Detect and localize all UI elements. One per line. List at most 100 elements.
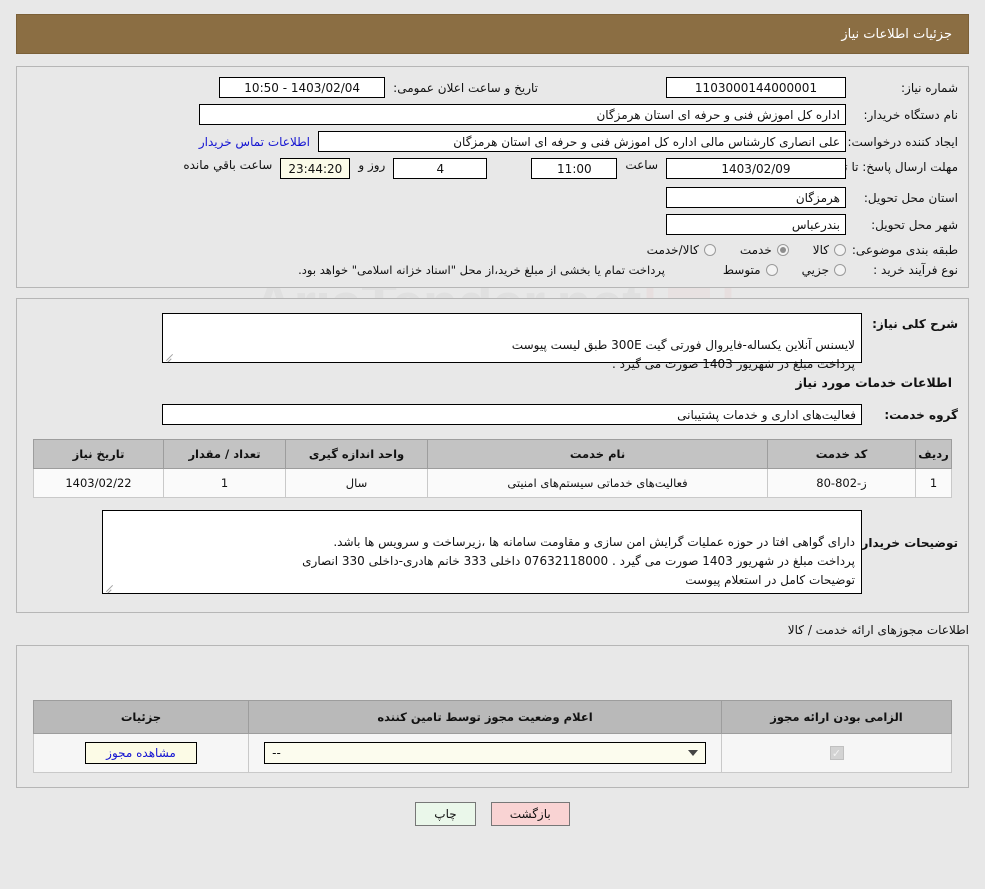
deadline-label: مهلت ارسال پاسخ: تا تاریخ:	[819, 160, 958, 174]
services-table: ردیف کد خدمت نام خدمت واحد اندازه گیری ت…	[33, 439, 952, 498]
buyer-notes-value: دارای گواهی افتا در حوزه عملیات گرایش ام…	[302, 535, 855, 587]
chevron-down-icon	[687, 750, 698, 756]
radio-label: خدمت	[739, 243, 772, 257]
row-general-desc: شرح کلی نیاز: لایسنس آنلاین یکساله-فایرو…	[27, 313, 958, 371]
cell-unit: سال	[285, 468, 428, 498]
permits-table: الزامی بودن ارائه مجوز اعلام وضعیت مجوز …	[33, 700, 952, 773]
general-desc-textarea[interactable]: لایسنس آنلاین یکساله-فایروال فورتی گیت 3…	[162, 313, 862, 371]
province-field: هرمزگان	[666, 187, 846, 208]
cell-service-name: فعالیت‌های خدماتی سیستم‌های امنیتی	[427, 468, 768, 498]
radio-label: کالا/خدمت	[646, 243, 699, 257]
buyer-notes-label: توضیحات خریدار:	[856, 536, 958, 550]
province-label: استان محل تحویل:	[863, 190, 958, 205]
row-need-number: شماره نیاز: 1103000144000001 تاریخ و ساع…	[27, 77, 958, 98]
th-quantity: تعداد / مقدار	[163, 439, 286, 469]
countdown-field: 23:44:20	[280, 158, 351, 179]
buyer-notes-textarea[interactable]: دارای گواهی افتا در حوزه عملیات گرایش ام…	[102, 510, 862, 594]
need-number-label: شماره نیاز:	[901, 80, 958, 95]
radio-category-kala-khedmat[interactable]: کالا/خدمت	[647, 243, 716, 257]
permits-panel: الزامی بودن ارائه مجوز اعلام وضعیت مجوز …	[16, 645, 969, 788]
table-row: 1 ز-802-80 فعالیت‌های خدماتی سیستم‌های ا…	[33, 468, 952, 498]
cell-permit-details: مشاهده مجوز	[33, 733, 249, 773]
category-label: طبقه بندی موضوعی:	[851, 243, 958, 257]
service-group-field: فعالیت‌های اداری و خدمات پشتیبانی	[162, 404, 862, 425]
th-permit-required: الزامی بودن ارائه مجوز	[721, 700, 952, 734]
permits-header-row: الزامی بودن ارائه مجوز اعلام وضعیت مجوز …	[33, 700, 952, 734]
deadline-date-field: 1403/02/09	[666, 158, 846, 179]
radio-icon[interactable]	[776, 244, 789, 256]
permits-table-wrap: الزامی بودن ارائه مجوز اعلام وضعیت مجوز …	[27, 700, 958, 773]
radio-icon[interactable]	[703, 244, 716, 256]
th-service-name: نام خدمت	[427, 439, 768, 469]
radio-icon[interactable]	[834, 264, 846, 276]
row-service-group: گروه خدمت: فعالیت‌های اداری و خدمات پشتی…	[27, 404, 958, 425]
cell-service-code: ز-802-80	[767, 468, 916, 498]
service-group-label: گروه خدمت:	[884, 407, 958, 422]
days-label: روز و	[358, 158, 386, 172]
payment-note: پرداخت تمام یا بخشی از مبلغ خرید،از محل …	[298, 263, 665, 277]
resize-grip-icon[interactable]	[105, 582, 115, 592]
buyer-org-field: اداره کل اموزش فنی و حرفه ای استان هرمزگ…	[199, 104, 846, 125]
row-buyer-notes: توضیحات خریدار: دارای گواهی افتا در حوزه…	[27, 510, 958, 594]
announce-label: تاریخ و ساعت اعلان عمومی:	[393, 80, 538, 95]
city-label: شهر محل تحویل:	[871, 217, 958, 232]
remaining-hours-label: ساعت باقي مانده	[183, 158, 273, 172]
cell-quantity: 1	[163, 468, 286, 498]
th-need-date: تاریخ نیاز	[33, 439, 164, 469]
th-permit-details: جزئیات	[33, 700, 249, 734]
radio-process-jozei[interactable]: جزیي	[802, 263, 846, 277]
view-permit-button[interactable]: مشاهده مجوز	[85, 742, 197, 764]
general-desc-value: لایسنس آنلاین یکساله-فایروال فورتی گیت 3…	[511, 338, 855, 371]
service-details-panel: شرح کلی نیاز: لایسنس آنلاین یکساله-فایرو…	[16, 298, 969, 613]
need-info-panel: شماره نیاز: 1103000144000001 تاریخ و ساع…	[16, 66, 969, 288]
th-permit-status: اعلام وضعیت مجوز توسط تامین کننده	[248, 700, 722, 734]
th-row-number: ردیف	[915, 439, 952, 469]
cell-permit-status: --	[248, 733, 722, 773]
services-info-title: اطلاعات خدمات مورد نیاز	[795, 375, 953, 390]
permit-status-select[interactable]: --	[264, 742, 706, 764]
page-title: جزئیات اطلاعات نیاز	[16, 14, 969, 54]
radio-icon[interactable]	[834, 244, 846, 256]
announce-date-field: 1403/02/04 - 10:50	[219, 77, 386, 98]
radio-label: جزیي	[801, 263, 829, 277]
radio-category-khedmat[interactable]: خدمت	[740, 243, 789, 257]
requester-field: علی انصاری کارشناس مالی اداره کل اموزش ف…	[318, 131, 846, 152]
row-category: طبقه بندی موضوعی: کالا خدمت کالا/خدمت	[27, 243, 958, 257]
need-number-field: 1103000144000001	[666, 77, 846, 98]
radio-label: متوسط	[722, 263, 761, 277]
permits-caption: اطلاعات مجوزهای ارائه خدمت / کالا	[787, 623, 969, 637]
process-type-label: نوع فرآیند خرید :	[873, 263, 958, 277]
permit-required-checkbox: ✓	[829, 746, 844, 761]
row-requester: ایجاد کننده درخواست: علی انصاری کارشناس …	[27, 131, 958, 152]
deadline-time-field: 11:00	[531, 158, 618, 179]
city-field: بندرعباس	[666, 214, 846, 235]
row-city: شهر محل تحویل: بندرعباس	[27, 214, 958, 235]
row-process-type: نوع فرآیند خرید : جزیي متوسط پرداخت تمام…	[27, 263, 958, 277]
cell-row-number: 1	[915, 468, 952, 498]
requester-label: ایجاد کننده درخواست:	[847, 134, 958, 149]
general-desc-label: شرح کلی نیاز:	[872, 317, 958, 331]
print-button[interactable]: چاپ	[415, 802, 476, 826]
cell-need-date: 1403/02/22	[33, 468, 164, 498]
resize-grip-icon[interactable]	[165, 351, 175, 361]
radio-label: کالا	[812, 243, 829, 257]
radio-icon[interactable]	[765, 264, 778, 276]
remaining-days-field: 4	[393, 158, 488, 179]
buyer-org-label: نام دستگاه خریدار:	[863, 107, 959, 122]
cell-permit-required: ✓	[721, 733, 952, 773]
permit-status-value: --	[272, 746, 281, 760]
services-table-wrap: ردیف کد خدمت نام خدمت واحد اندازه گیری ت…	[27, 439, 958, 498]
row-deadline: مهلت ارسال پاسخ: تا تاریخ: 1403/02/09 سا…	[27, 158, 958, 179]
row-province: استان محل تحویل: هرمزگان	[27, 187, 958, 208]
radio-category-kala[interactable]: کالا	[813, 243, 846, 257]
hour-label: ساعت	[625, 158, 658, 172]
radio-process-motevaset[interactable]: متوسط	[723, 263, 778, 277]
th-service-code: کد خدمت	[767, 439, 916, 469]
footer-actions: بازگشت چاپ	[0, 802, 985, 826]
table-header-row: ردیف کد خدمت نام خدمت واحد اندازه گیری ت…	[33, 439, 952, 469]
permits-row: ✓ -- مشاهده مجوز	[33, 733, 952, 773]
back-button[interactable]: بازگشت	[490, 802, 570, 826]
th-unit: واحد اندازه گیری	[285, 439, 428, 469]
buyer-contact-link[interactable]: اطلاعات تماس خریدار	[199, 135, 310, 149]
row-buyer-org: نام دستگاه خریدار: اداره کل اموزش فنی و …	[27, 104, 958, 125]
